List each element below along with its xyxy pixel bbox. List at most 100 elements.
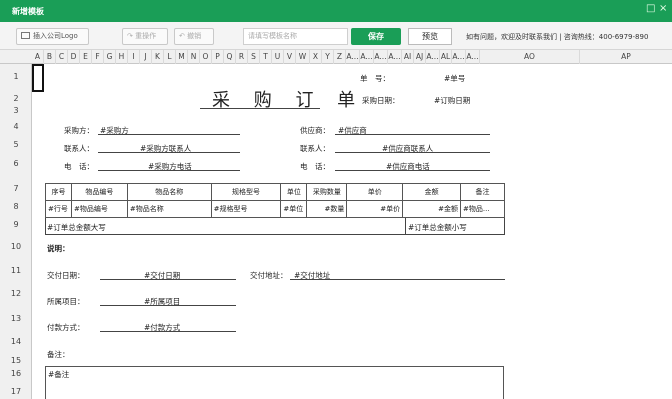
column-header[interactable]: A... bbox=[360, 50, 374, 64]
table-header-cell[interactable]: 采购数量 bbox=[306, 183, 348, 201]
order-date-value[interactable]: #订购日期 bbox=[434, 95, 470, 106]
table-header-cell[interactable]: 物品名称 bbox=[126, 183, 212, 201]
column-header[interactable]: E bbox=[80, 50, 92, 64]
column-header[interactable]: B bbox=[44, 50, 56, 64]
template-name-input[interactable]: 请填写模板名称 bbox=[243, 28, 348, 45]
column-header[interactable]: W bbox=[296, 50, 310, 64]
row-header[interactable]: 16 bbox=[0, 369, 32, 378]
redo-button[interactable]: ↷ 重操作 bbox=[122, 28, 168, 45]
column-header[interactable]: AP bbox=[580, 50, 672, 64]
total-lower-value[interactable]: #订单总金额小写 bbox=[408, 222, 467, 233]
table-cell[interactable]: #单价 bbox=[346, 200, 404, 218]
table-cell[interactable]: #数量 bbox=[306, 200, 348, 218]
toolbar: 插入公司Logo ↷ 重操作 ↶ 撤销 请填写模板名称 保存 预览 如有问题，欢… bbox=[0, 22, 672, 50]
column-header[interactable]: AI bbox=[402, 50, 414, 64]
row-header[interactable]: 17 bbox=[0, 387, 32, 396]
row-header[interactable]: 13 bbox=[0, 314, 32, 323]
row-header[interactable]: 8 bbox=[0, 202, 32, 211]
row-header[interactable]: 10 bbox=[0, 242, 32, 251]
table-cell[interactable]: #金额 bbox=[402, 200, 461, 218]
column-header[interactable]: T bbox=[260, 50, 272, 64]
column-header[interactable]: AO bbox=[480, 50, 580, 64]
save-button[interactable]: 保存 bbox=[351, 28, 401, 45]
buyer-contact-label: 联系人： bbox=[64, 144, 94, 153]
column-header[interactable]: H bbox=[116, 50, 128, 64]
insert-logo-button[interactable]: 插入公司Logo bbox=[16, 28, 89, 45]
active-cell-cursor bbox=[32, 64, 44, 92]
column-header[interactable]: P bbox=[212, 50, 224, 64]
table-header-cell[interactable]: 单价 bbox=[346, 183, 404, 201]
column-header[interactable]: G bbox=[104, 50, 116, 64]
row-header[interactable]: 7 bbox=[0, 184, 32, 193]
supplier-phone-label: 电 话： bbox=[300, 162, 330, 171]
table-cell[interactable]: #物品名称 bbox=[126, 200, 212, 218]
supplier-contact-label: 联系人： bbox=[300, 144, 330, 153]
remarks-value[interactable]: #备注 bbox=[48, 369, 69, 380]
hotline-text: 如有问题，欢迎及时联系我们 | 咨询热线：400-6979-890 bbox=[466, 33, 649, 41]
column-header[interactable]: J bbox=[140, 50, 152, 64]
column-header[interactable]: R bbox=[236, 50, 248, 64]
column-header[interactable]: A... bbox=[388, 50, 402, 64]
column-header[interactable]: A... bbox=[346, 50, 360, 64]
table-header-cell[interactable]: 物品编号 bbox=[70, 183, 128, 201]
column-header[interactable]: A... bbox=[452, 50, 466, 64]
close-icon[interactable]: × bbox=[659, 3, 667, 14]
row-header[interactable]: 15 bbox=[0, 356, 32, 365]
table-header-cell[interactable]: 备注 bbox=[459, 183, 506, 201]
row-header[interactable]: 4 bbox=[0, 122, 32, 131]
supplier-label: 供应商： bbox=[300, 126, 330, 135]
row-header[interactable]: 12 bbox=[0, 289, 32, 298]
buyer-contact-underline bbox=[98, 152, 240, 153]
delivery-date-underline bbox=[100, 279, 236, 280]
column-header[interactable]: I bbox=[128, 50, 140, 64]
buyer-underline bbox=[98, 134, 240, 135]
column-header[interactable]: Y bbox=[322, 50, 334, 64]
order-no-value[interactable]: #单号 bbox=[444, 73, 465, 84]
table-cell[interactable]: #行号 bbox=[45, 200, 72, 218]
column-header[interactable]: X bbox=[310, 50, 322, 64]
undo-button[interactable]: ↶ 撤销 bbox=[174, 28, 214, 45]
row-header[interactable]: 5 bbox=[0, 140, 32, 149]
column-header[interactable]: L bbox=[164, 50, 176, 64]
remarks-box[interactable]: #备注 bbox=[45, 366, 504, 399]
row-header[interactable]: 9 bbox=[0, 220, 32, 229]
table-cell[interactable]: #规格型号 bbox=[210, 200, 282, 218]
table-cell[interactable]: #单位 bbox=[280, 200, 308, 218]
column-header[interactable]: S bbox=[248, 50, 260, 64]
row-header[interactable]: 6 bbox=[0, 159, 32, 168]
row-header[interactable]: 14 bbox=[0, 337, 32, 346]
table-header-cell[interactable]: 序号 bbox=[45, 183, 72, 201]
restore-icon[interactable]: □ bbox=[646, 3, 655, 14]
column-header[interactable]: A... bbox=[466, 50, 480, 64]
column-header[interactable]: AL bbox=[440, 50, 452, 64]
table-header-cell[interactable]: 规格型号 bbox=[210, 183, 282, 201]
column-header[interactable]: C bbox=[56, 50, 68, 64]
spreadsheet-area[interactable]: 单 号： #单号 采 购 订 单 采购日期： #订购日期 采购方： #采购方 供… bbox=[32, 64, 672, 399]
column-header[interactable]: Q bbox=[224, 50, 236, 64]
column-header[interactable]: A... bbox=[426, 50, 440, 64]
table-cell[interactable]: #物品... bbox=[459, 200, 506, 218]
column-header[interactable]: A bbox=[32, 50, 44, 64]
table-header-cell[interactable]: 金额 bbox=[402, 183, 461, 201]
column-header[interactable]: D bbox=[68, 50, 80, 64]
row-header[interactable]: 11 bbox=[0, 266, 32, 275]
column-header[interactable]: A... bbox=[374, 50, 388, 64]
row-header[interactable]: 1 bbox=[0, 72, 32, 81]
column-header[interactable]: U bbox=[272, 50, 284, 64]
column-header[interactable]: M bbox=[176, 50, 188, 64]
title-underline bbox=[200, 108, 320, 109]
column-header[interactable]: F bbox=[92, 50, 104, 64]
total-row-bottom-border bbox=[45, 234, 505, 235]
column-header[interactable]: V bbox=[284, 50, 296, 64]
column-header[interactable]: AJ bbox=[414, 50, 426, 64]
row-header[interactable]: 3 bbox=[0, 106, 32, 115]
table-cell[interactable]: #物品编号 bbox=[70, 200, 128, 218]
preview-button[interactable]: 预览 bbox=[408, 28, 452, 45]
total-upper-value[interactable]: #订单总金额大写 bbox=[47, 222, 106, 233]
column-header[interactable]: K bbox=[152, 50, 164, 64]
table-header-cell[interactable]: 单位 bbox=[280, 183, 308, 201]
column-header[interactable]: O bbox=[200, 50, 212, 64]
column-header[interactable]: N bbox=[188, 50, 200, 64]
column-header[interactable]: Z bbox=[334, 50, 346, 64]
row-header[interactable]: 2 bbox=[0, 94, 32, 103]
